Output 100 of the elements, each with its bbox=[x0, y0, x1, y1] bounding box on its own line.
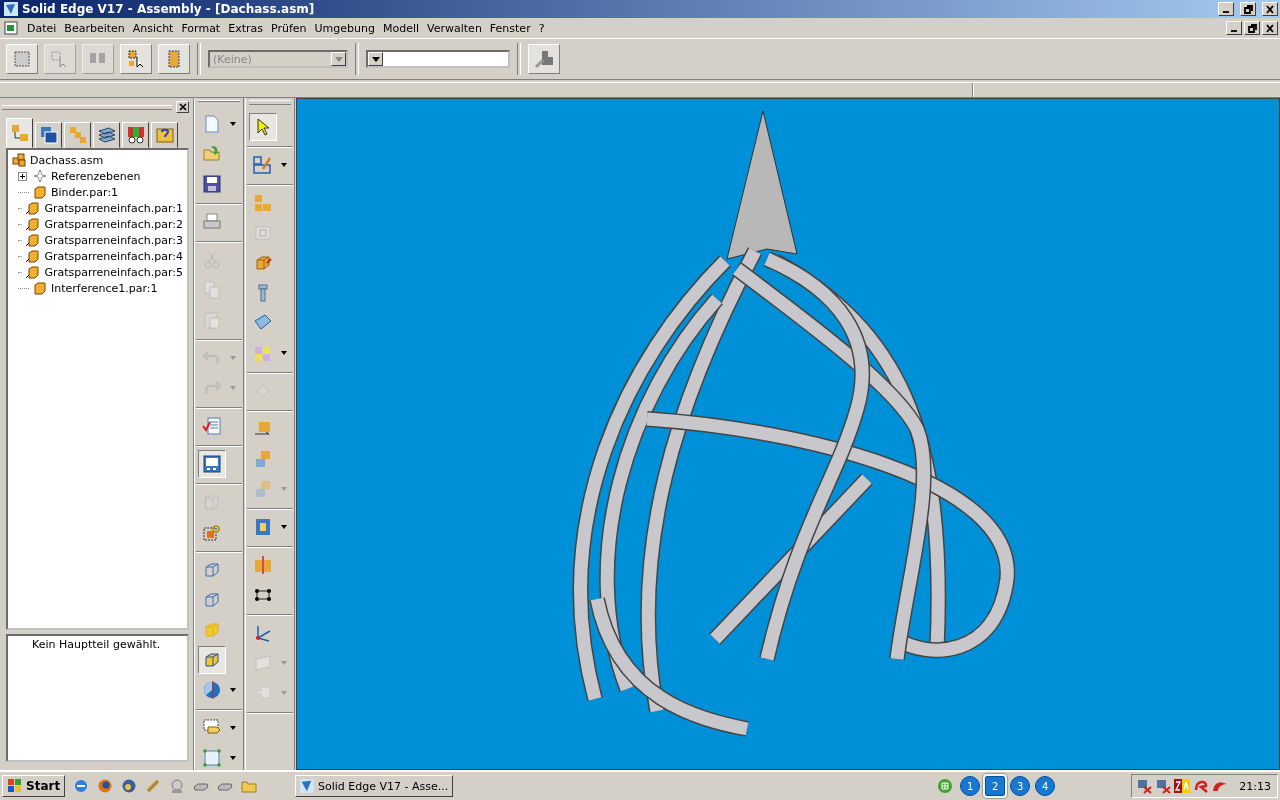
menu-item[interactable]: Extras bbox=[225, 21, 268, 35]
tree-item[interactable]: Interference1.par:1 bbox=[51, 281, 158, 295]
tree-item[interactable]: Gratsparreneinfach.par:3 bbox=[44, 233, 183, 247]
menu-item[interactable]: Ansicht bbox=[129, 21, 179, 35]
tree-item[interactable]: Referenzebenen bbox=[51, 169, 141, 183]
dropdown-arrow-icon[interactable] bbox=[281, 525, 287, 529]
layers-icon bbox=[38, 125, 59, 145]
tree-item[interactable]: Gratsparreneinfach.par:1 bbox=[44, 201, 183, 215]
blocks-icon bbox=[253, 449, 273, 469]
panel-tab[interactable] bbox=[64, 122, 91, 148]
part-icon bbox=[26, 233, 41, 247]
window-title: Solid Edge V17 - Assembly - [Dachass.asm] bbox=[22, 2, 315, 16]
minimize-icon bbox=[1223, 11, 1229, 13]
part-box-icon bbox=[253, 223, 273, 243]
panel-tab[interactable] bbox=[122, 122, 149, 148]
bounding-box-icon bbox=[202, 748, 222, 768]
dropdown-arrow-icon[interactable] bbox=[281, 163, 287, 167]
menu-item[interactable]: Fenster bbox=[486, 21, 536, 35]
selection-tool-button[interactable] bbox=[158, 44, 190, 74]
dropdown-arrow-icon[interactable] bbox=[230, 756, 236, 760]
cube-link-icon bbox=[202, 522, 222, 542]
close-button[interactable] bbox=[1262, 2, 1278, 16]
shaded-cube-icon bbox=[202, 650, 222, 670]
cube-icon bbox=[253, 253, 273, 273]
tree-item[interactable]: Gratsparreneinfach.par:5 bbox=[44, 265, 183, 279]
menu-item[interactable]: Bearbeiten bbox=[61, 21, 130, 35]
close-icon bbox=[1266, 4, 1274, 14]
menu-item[interactable]: Prüfen bbox=[267, 21, 312, 35]
restore-button[interactable] bbox=[1244, 21, 1260, 35]
page-icon bbox=[202, 114, 222, 134]
restore-button[interactable] bbox=[1240, 2, 1256, 16]
selection-tool-button[interactable] bbox=[6, 44, 38, 74]
color-bar-icon bbox=[125, 125, 146, 145]
part-icon bbox=[26, 217, 41, 231]
menu-item[interactable]: Verwalten bbox=[424, 21, 487, 35]
folder-icon bbox=[202, 144, 222, 164]
close-button[interactable] bbox=[1262, 21, 1278, 35]
scissors-icon bbox=[202, 250, 222, 270]
tree-item[interactable]: Dachass.asm bbox=[30, 153, 104, 167]
tree-item[interactable]: Gratsparreneinfach.par:2 bbox=[44, 217, 183, 231]
start-button[interactable]: Start bbox=[2, 775, 66, 797]
desktop-button[interactable]: 2 bbox=[985, 776, 1006, 796]
dropdown-arrow-icon[interactable] bbox=[230, 726, 236, 730]
shield-letters-icon[interactable] bbox=[1174, 778, 1191, 794]
taskbar-button[interactable]: Solid Edge V17 - Asse... bbox=[295, 775, 454, 797]
paste-icon bbox=[202, 310, 222, 330]
printer-icon bbox=[202, 212, 222, 232]
panel-tab[interactable] bbox=[6, 118, 33, 148]
view-button[interactable] bbox=[528, 44, 560, 74]
panel-tab[interactable] bbox=[93, 122, 120, 148]
sphere-icon bbox=[202, 680, 222, 700]
dropdown-arrow-icon[interactable] bbox=[230, 122, 236, 126]
menu-item[interactable]: Umgebung bbox=[311, 21, 380, 35]
menu-item[interactable]: Datei bbox=[24, 21, 62, 35]
frame-icon bbox=[253, 517, 273, 537]
tool-button[interactable] bbox=[249, 113, 277, 141]
clock: 21:13 bbox=[1239, 779, 1271, 793]
part-icon bbox=[26, 265, 41, 279]
expand-toggle[interactable] bbox=[18, 171, 29, 181]
umbrella-icon[interactable] bbox=[1193, 778, 1210, 794]
blocks-icon bbox=[253, 479, 273, 499]
cut-icon bbox=[253, 555, 273, 575]
menu-item[interactable]: Format bbox=[178, 21, 226, 35]
tree-icon bbox=[9, 123, 30, 143]
windows-flag-icon bbox=[7, 778, 23, 794]
dropdown-arrow-icon[interactable] bbox=[230, 688, 236, 692]
assembly-icon bbox=[253, 193, 273, 213]
close-button[interactable] bbox=[176, 101, 189, 113]
part-icon bbox=[26, 249, 41, 263]
minimize-button[interactable] bbox=[1226, 21, 1242, 35]
desktop-button[interactable]: 1 bbox=[960, 776, 981, 796]
help-icon bbox=[154, 125, 175, 145]
menu-item[interactable]: Modell bbox=[379, 21, 425, 35]
tree-item[interactable]: Binder.par:1 bbox=[51, 185, 119, 199]
part-icon bbox=[33, 281, 47, 295]
panel-tab[interactable] bbox=[35, 122, 62, 148]
desktop-button[interactable]: 4 bbox=[1035, 776, 1056, 796]
panel-icon bbox=[202, 454, 222, 474]
network-disconnected-icon[interactable] bbox=[1155, 778, 1172, 794]
panel-tab[interactable] bbox=[151, 122, 178, 148]
message-text: Kein Hauptteil gewählt. bbox=[31, 637, 162, 651]
network-disconnected-icon[interactable] bbox=[1136, 778, 1153, 794]
tool-button[interactable] bbox=[198, 450, 226, 478]
dropdown-arrow-icon[interactable] bbox=[281, 351, 287, 355]
menu-item[interactable]: ? bbox=[535, 21, 550, 35]
sketch-icon bbox=[253, 155, 273, 175]
dropdown-field[interactable] bbox=[366, 50, 510, 68]
dashed-square-icon bbox=[12, 49, 32, 69]
restore-icon bbox=[1243, 4, 1253, 14]
reference-planes-icon bbox=[33, 169, 47, 183]
solid-cube-icon bbox=[202, 620, 222, 640]
stacked-sheets-icon bbox=[96, 125, 117, 145]
selection-tool-button[interactable] bbox=[120, 44, 152, 74]
minimize-icon bbox=[1231, 30, 1237, 32]
minimize-button[interactable] bbox=[1218, 2, 1234, 16]
part-icon bbox=[33, 185, 47, 199]
tree-item[interactable]: Gratsparreneinfach.par:4 bbox=[44, 249, 183, 263]
desktop-button[interactable]: 3 bbox=[1010, 776, 1031, 796]
wireframe-cube-icon bbox=[202, 560, 222, 580]
document-icon bbox=[4, 21, 18, 35]
